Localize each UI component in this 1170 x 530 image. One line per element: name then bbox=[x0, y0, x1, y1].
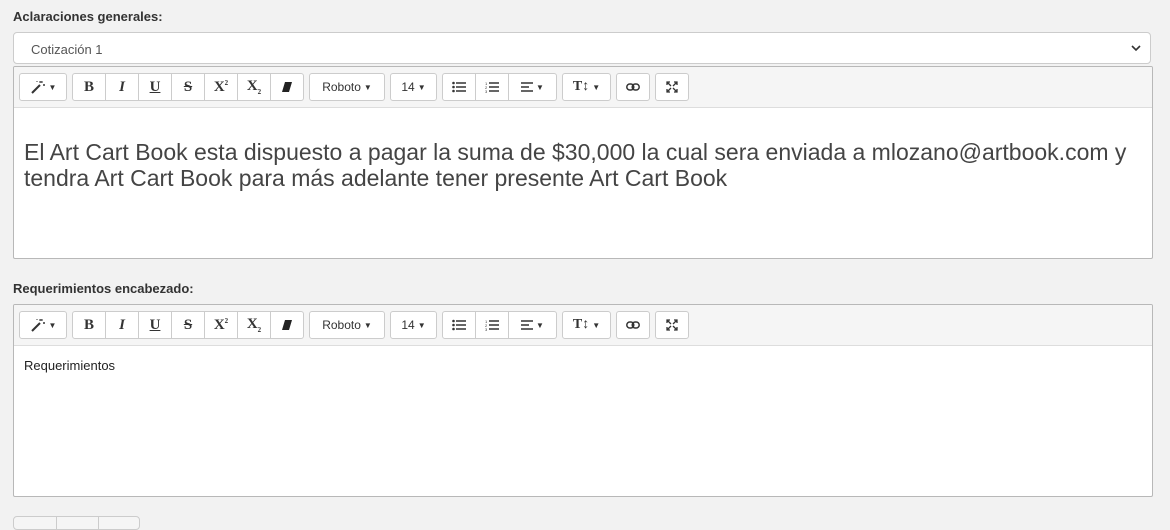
strikethrough-button[interactable]: S bbox=[172, 311, 205, 339]
underline-icon: U bbox=[149, 316, 161, 333]
eraser-icon bbox=[282, 320, 292, 330]
align-left-icon bbox=[521, 320, 534, 330]
underline-button[interactable]: U bbox=[139, 73, 172, 101]
font-size-button[interactable]: 14 ▼ bbox=[390, 73, 437, 101]
bullet-list-icon bbox=[452, 81, 466, 93]
quotation-select[interactable]: Cotización 1 bbox=[13, 32, 1151, 64]
link-button[interactable] bbox=[616, 311, 650, 339]
strikethrough-button[interactable]: S bbox=[172, 73, 205, 101]
bold-icon: B bbox=[83, 78, 94, 95]
caret-down-icon: ▼ bbox=[363, 82, 372, 92]
clear-format-button[interactable] bbox=[271, 73, 304, 101]
caret-down-icon: ▼ bbox=[48, 82, 57, 92]
paragraph-align-button[interactable]: ▼ bbox=[509, 73, 557, 101]
italic-icon: I bbox=[119, 316, 125, 333]
strikethrough-icon: S bbox=[183, 78, 193, 95]
bold-button[interactable]: B bbox=[72, 73, 106, 101]
caret-down-icon: ▼ bbox=[536, 320, 544, 330]
font-family-label: Roboto bbox=[322, 318, 361, 332]
subscript-button[interactable]: X2 bbox=[238, 73, 271, 101]
superscript-button[interactable]: X2 bbox=[205, 73, 238, 101]
chevron-down-icon bbox=[1131, 45, 1141, 52]
caret-down-icon: ▼ bbox=[417, 320, 426, 330]
editor-toolbar: ▼ B I U S X2 X2 Roboto ▼ 14 ▼ 123 ▼ T↕ ▼ bbox=[14, 67, 1152, 108]
subscript-icon: X2 bbox=[246, 316, 262, 334]
underline-button[interactable]: U bbox=[139, 311, 172, 339]
line-height-button[interactable]: T↕ ▼ bbox=[562, 73, 611, 101]
requirements-editor: ▼ B I U S X2 X2 Roboto ▼ 14 ▼ 123 ▼ T↕ ▼ Re… bbox=[13, 304, 1153, 497]
fullscreen-button[interactable] bbox=[655, 73, 689, 101]
quotation-select-value: Cotización 1 bbox=[31, 42, 103, 57]
fullscreen-button[interactable] bbox=[655, 311, 689, 339]
clear-format-button[interactable] bbox=[271, 311, 304, 339]
fullscreen-icon bbox=[666, 319, 678, 331]
bold-icon: B bbox=[83, 316, 94, 333]
superscript-icon: X2 bbox=[213, 78, 229, 95]
magic-wand-icon bbox=[30, 81, 45, 94]
svg-text:3: 3 bbox=[485, 89, 488, 93]
svg-text:3: 3 bbox=[485, 327, 488, 331]
unordered-list-button[interactable] bbox=[442, 73, 476, 101]
paragraph-align-button[interactable]: ▼ bbox=[509, 311, 557, 339]
font-family-button[interactable]: Roboto ▼ bbox=[309, 73, 385, 101]
underline-icon: U bbox=[149, 78, 161, 95]
ordered-list-button[interactable]: 123 bbox=[476, 73, 509, 101]
editor-content[interactable]: El Art Cart Book esta dispuesto a pagar … bbox=[14, 108, 1152, 191]
italic-icon: I bbox=[119, 78, 125, 95]
magic-wand-icon bbox=[30, 319, 45, 332]
font-size-label: 14 bbox=[401, 80, 415, 94]
bottom-button-group[interactable] bbox=[13, 516, 140, 530]
strikethrough-icon: S bbox=[183, 316, 193, 333]
superscript-button[interactable]: X2 bbox=[205, 311, 238, 339]
subscript-button[interactable]: X2 bbox=[238, 311, 271, 339]
unordered-list-button[interactable] bbox=[442, 311, 476, 339]
editor-content[interactable]: Requerimientos bbox=[14, 346, 1152, 373]
text-height-icon: T↕ bbox=[572, 79, 590, 94]
style-button[interactable]: ▼ bbox=[19, 73, 67, 101]
requirements-header-label: Requerimientos encabezado: bbox=[13, 281, 194, 296]
text-height-icon: T↕ bbox=[572, 317, 590, 332]
general-clarifications-editor: ▼ B I U S X2 X2 Roboto ▼ 14 ▼ 123 ▼ T↕ ▼ El… bbox=[13, 66, 1153, 259]
font-family-button[interactable]: Roboto ▼ bbox=[309, 311, 385, 339]
link-icon bbox=[626, 83, 640, 91]
italic-button[interactable]: I bbox=[106, 311, 139, 339]
caret-down-icon: ▼ bbox=[592, 320, 601, 330]
link-button[interactable] bbox=[616, 73, 650, 101]
line-height-button[interactable]: T↕ ▼ bbox=[562, 311, 611, 339]
ordered-list-button[interactable]: 123 bbox=[476, 311, 509, 339]
caret-down-icon: ▼ bbox=[592, 82, 601, 92]
caret-down-icon: ▼ bbox=[417, 82, 426, 92]
numbered-list-icon: 123 bbox=[485, 319, 499, 331]
general-clarifications-label: Aclaraciones generales: bbox=[13, 9, 163, 24]
italic-button[interactable]: I bbox=[106, 73, 139, 101]
eraser-icon bbox=[282, 82, 292, 92]
fullscreen-icon bbox=[666, 81, 678, 93]
editor-toolbar: ▼ B I U S X2 X2 Roboto ▼ 14 ▼ 123 ▼ T↕ ▼ bbox=[14, 305, 1152, 346]
caret-down-icon: ▼ bbox=[536, 82, 544, 92]
superscript-icon: X2 bbox=[213, 316, 229, 333]
caret-down-icon: ▼ bbox=[363, 320, 372, 330]
bold-button[interactable]: B bbox=[72, 311, 106, 339]
bullet-list-icon bbox=[452, 319, 466, 331]
align-left-icon bbox=[521, 82, 534, 92]
font-size-button[interactable]: 14 ▼ bbox=[390, 311, 437, 339]
font-family-label: Roboto bbox=[322, 80, 361, 94]
numbered-list-icon: 123 bbox=[485, 81, 499, 93]
caret-down-icon: ▼ bbox=[48, 320, 57, 330]
font-size-label: 14 bbox=[401, 318, 415, 332]
subscript-icon: X2 bbox=[246, 78, 262, 96]
link-icon bbox=[626, 321, 640, 329]
style-button[interactable]: ▼ bbox=[19, 311, 67, 339]
